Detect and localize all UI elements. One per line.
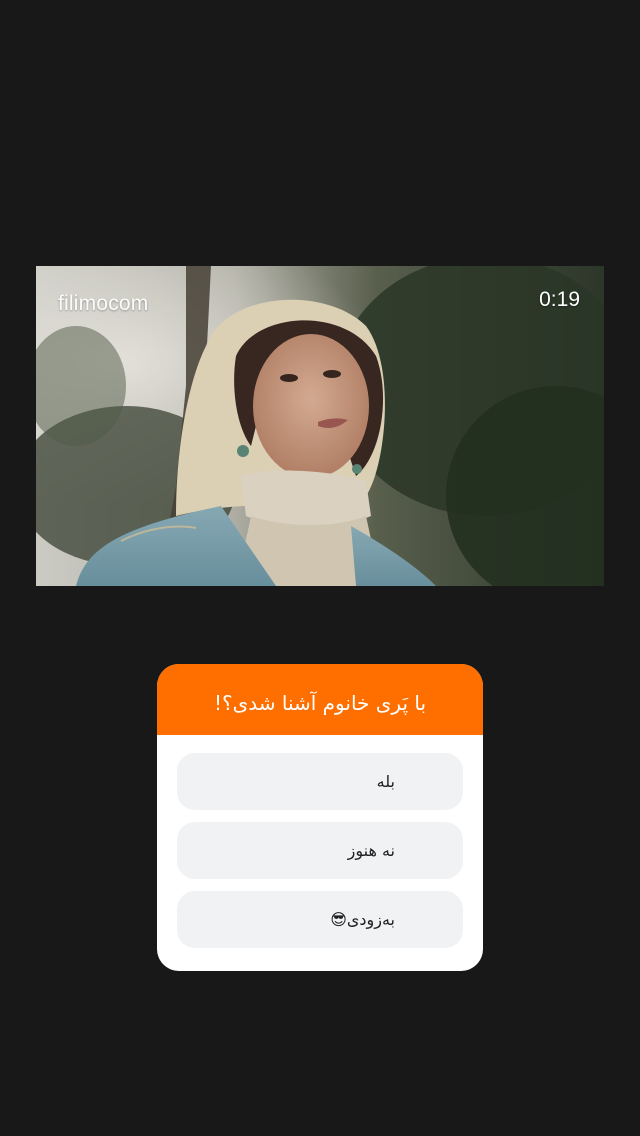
poll-options: بله نه هنوز به‌زودی😎	[157, 735, 483, 948]
poll-sticker: با پَری خانوم آشنا شدی؟! بله نه هنوز به‌…	[157, 664, 483, 971]
video-timestamp: 0:19	[539, 288, 580, 311]
filimo-watermark: filimocom	[58, 292, 149, 315]
poll-option-label: بله	[376, 772, 395, 791]
poll-option-label: نه هنوز	[347, 841, 395, 860]
poll-option-not-yet[interactable]: نه هنوز	[177, 822, 463, 879]
poll-question: با پَری خانوم آشنا شدی؟!	[213, 690, 427, 715]
poll-option-soon[interactable]: به‌زودی😎	[177, 891, 463, 948]
poll-header: با پَری خانوم آشنا شدی؟!	[157, 664, 483, 735]
video-player[interactable]: filimocom 0:19	[36, 266, 604, 586]
poll-option-label: به‌زودی😎	[330, 910, 395, 929]
story-screen: filimocom 0:19 با پَری خانوم آشنا شدی؟! …	[0, 0, 640, 1136]
poll-option-yes[interactable]: بله	[177, 753, 463, 810]
